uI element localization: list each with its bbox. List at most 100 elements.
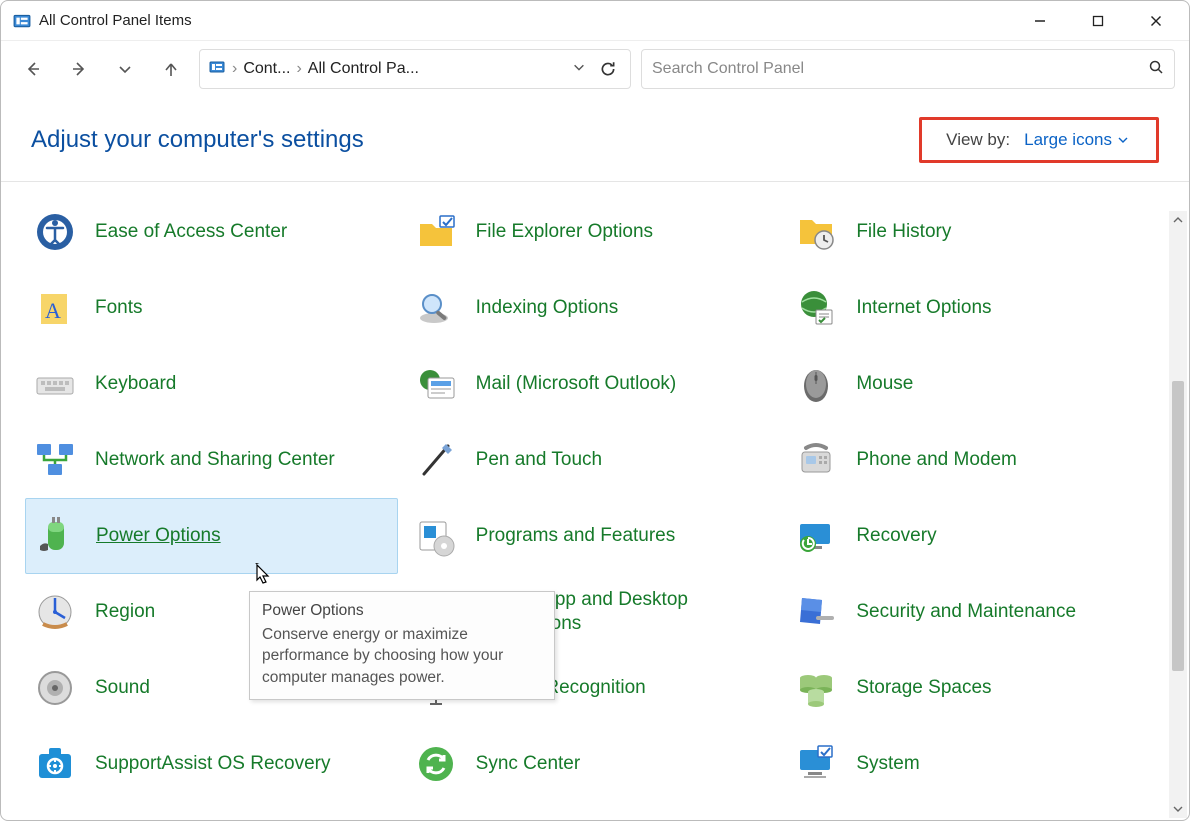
control-panel-item[interactable]: File History — [786, 194, 1159, 270]
control-panel-item[interactable]: Ease of Access Center — [25, 194, 398, 270]
control-panel-item[interactable]: Pen and Touch — [406, 422, 779, 498]
control-panel-item[interactable]: Security and Maintenance — [786, 574, 1159, 650]
vertical-scrollbar[interactable] — [1169, 211, 1187, 818]
sync-icon — [414, 742, 458, 786]
address-bar[interactable]: › Cont... › All Control Pa... — [199, 49, 631, 89]
network-icon — [33, 438, 77, 482]
recent-locations-button[interactable] — [107, 51, 143, 87]
item-label: Programs and Features — [476, 524, 676, 548]
view-by-value[interactable]: Large icons — [1024, 130, 1128, 150]
window-buttons — [1011, 2, 1185, 40]
mail-icon — [414, 362, 458, 406]
items-area: Ease of Access Center File Explorer Optio… — [1, 182, 1189, 820]
storage-icon — [794, 666, 838, 710]
item-label: Security and Maintenance — [856, 600, 1076, 624]
scrollbar-thumb[interactable] — [1172, 381, 1184, 671]
phone-icon — [794, 438, 838, 482]
control-panel-item[interactable]: Sync Center — [406, 726, 779, 802]
navigation-row: › Cont... › All Control Pa... Search Con… — [1, 41, 1189, 97]
fonts-icon: A — [33, 286, 77, 330]
control-panel-window: All Control Panel Items — [0, 0, 1190, 821]
control-panel-item[interactable]: Mouse — [786, 346, 1159, 422]
heading-row: Adjust your computer's settings View by:… — [1, 97, 1189, 182]
item-label: Sync Center — [476, 752, 581, 776]
breadcrumb-separator-icon: › — [232, 60, 237, 78]
close-button[interactable] — [1127, 2, 1185, 40]
item-label: System — [856, 752, 919, 776]
indexing-icon — [414, 286, 458, 330]
security-icon — [794, 590, 838, 634]
item-label: Sound — [95, 676, 150, 700]
internet-options-icon — [794, 286, 838, 330]
control-panel-item[interactable]: Mail (Microsoft Outlook) — [406, 346, 779, 422]
control-panel-item[interactable]: File Explorer Options — [406, 194, 779, 270]
file-history-icon — [794, 210, 838, 254]
item-label: Ease of Access Center — [95, 220, 287, 244]
control-panel-item[interactable]: Power Options — [25, 498, 398, 574]
item-label: Network and Sharing Center — [95, 448, 335, 472]
minimize-button[interactable] — [1011, 2, 1069, 40]
breadcrumb-separator-icon: › — [296, 60, 301, 78]
chevron-down-icon — [1118, 135, 1128, 145]
breadcrumb-segment[interactable]: All Control Pa... — [308, 60, 419, 78]
control-panel-item[interactable]: Indexing Options — [406, 270, 779, 346]
control-panel-item[interactable]: Recovery — [786, 498, 1159, 574]
folder-options-icon — [414, 210, 458, 254]
keyboard-icon — [33, 362, 77, 406]
system-icon — [794, 742, 838, 786]
breadcrumb-segment[interactable]: Cont... — [243, 60, 290, 78]
control-panel-item[interactable]: A Fonts — [25, 270, 398, 346]
item-label: Phone and Modem — [856, 448, 1017, 472]
item-label: File History — [856, 220, 951, 244]
title-bar: All Control Panel Items — [1, 1, 1189, 41]
forward-button[interactable] — [61, 51, 97, 87]
item-label: Internet Options — [856, 296, 991, 320]
window-title: All Control Panel Items — [39, 12, 192, 29]
item-label: Region — [95, 600, 155, 624]
tooltip-title: Power Options — [262, 600, 542, 622]
control-panel-item[interactable]: Phone and Modem — [786, 422, 1159, 498]
item-label: Power Options — [96, 524, 221, 548]
ease-of-access-icon — [33, 210, 77, 254]
page-title: Adjust your computer's settings — [31, 126, 364, 154]
maximize-button[interactable] — [1069, 2, 1127, 40]
item-label: Mail (Microsoft Outlook) — [476, 372, 677, 396]
search-input[interactable]: Search Control Panel — [641, 49, 1175, 89]
item-label: Keyboard — [95, 372, 176, 396]
supportassist-icon — [33, 742, 77, 786]
region-icon — [33, 590, 77, 634]
item-label: File Explorer Options — [476, 220, 653, 244]
sound-icon — [33, 666, 77, 710]
control-panel-icon — [208, 59, 226, 80]
control-panel-item[interactable]: SupportAssist OS Recovery — [25, 726, 398, 802]
scroll-up-button[interactable] — [1169, 211, 1187, 229]
item-label: Storage Spaces — [856, 676, 991, 700]
power-icon — [34, 514, 78, 558]
view-by-control[interactable]: View by: Large icons — [919, 117, 1159, 163]
items-grid: Ease of Access Center File Explorer Optio… — [25, 194, 1159, 820]
control-panel-item[interactable]: Network and Sharing Center — [25, 422, 398, 498]
control-panel-item[interactable]: Programs and Features — [406, 498, 779, 574]
tooltip-body: Conserve energy or maximize performance … — [262, 624, 542, 689]
mouse-cursor-icon — [253, 563, 273, 592]
control-panel-item[interactable]: Internet Options — [786, 270, 1159, 346]
control-panel-item[interactable]: Storage Spaces — [786, 650, 1159, 726]
address-dropdown-button[interactable] — [572, 60, 586, 79]
item-label: Mouse — [856, 372, 913, 396]
search-icon — [1148, 59, 1164, 80]
up-button[interactable] — [153, 51, 189, 87]
item-label: Indexing Options — [476, 296, 619, 320]
tooltip: Power Options Conserve energy or maximiz… — [249, 591, 555, 700]
item-label: SupportAssist OS Recovery — [95, 752, 330, 776]
pen-icon — [414, 438, 458, 482]
control-panel-item[interactable]: System — [786, 726, 1159, 802]
scroll-down-button[interactable] — [1169, 800, 1187, 818]
programs-icon — [414, 514, 458, 558]
item-label: Fonts — [95, 296, 143, 320]
back-button[interactable] — [15, 51, 51, 87]
control-panel-item[interactable]: Keyboard — [25, 346, 398, 422]
search-placeholder: Search Control Panel — [652, 60, 1148, 78]
item-label: Pen and Touch — [476, 448, 602, 472]
item-label: Recovery — [856, 524, 936, 548]
refresh-button[interactable] — [592, 53, 624, 85]
